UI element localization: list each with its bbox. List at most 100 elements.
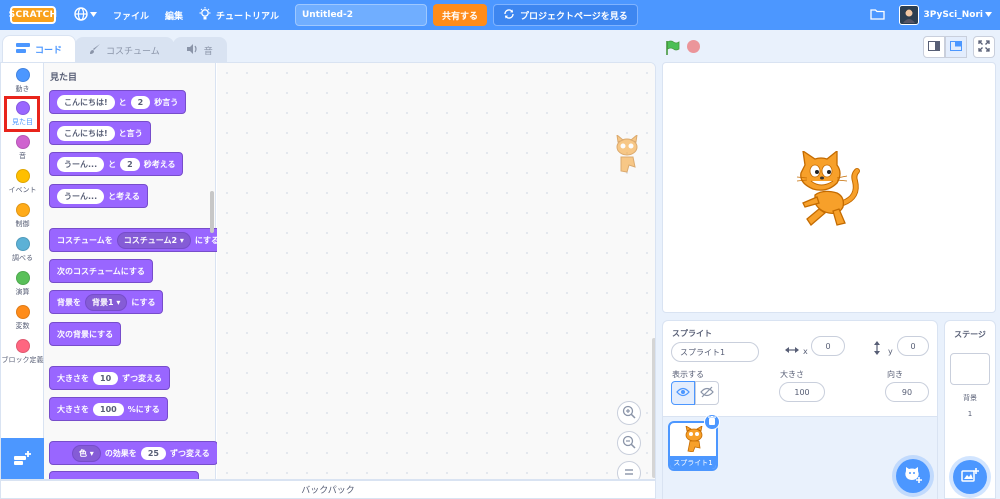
small-stage-button[interactable] xyxy=(923,36,945,58)
language-menu[interactable] xyxy=(66,0,105,30)
delete-sprite-button[interactable] xyxy=(704,414,720,430)
block-text: と考える xyxy=(108,191,140,201)
folder-icon xyxy=(870,8,886,23)
block-say[interactable]: こんにちは! と言う xyxy=(49,121,151,145)
stop-icon[interactable] xyxy=(687,40,700,53)
category-label: イベント xyxy=(8,186,37,194)
block-input[interactable]: うーん... xyxy=(57,156,105,172)
large-stage-button[interactable] xyxy=(945,36,967,58)
tab-code-label: コード xyxy=(35,46,63,56)
tab-costumes[interactable]: コスチューム xyxy=(75,37,174,63)
block-text: と xyxy=(118,97,127,107)
stage-selector[interactable]: ステージ 背景 1 xyxy=(944,320,996,499)
stage-thumbnail[interactable] xyxy=(950,353,990,385)
block-input[interactable]: 10 xyxy=(93,371,119,385)
direction-input[interactable]: 90 xyxy=(885,382,929,402)
block-set-size[interactable]: 大きさを 100 %にする xyxy=(49,397,168,421)
category-variables[interactable]: 変数 xyxy=(1,305,44,331)
y-input[interactable]: 0 xyxy=(897,336,929,356)
speaker-icon xyxy=(186,44,199,57)
cat-thumbnail-icon xyxy=(682,425,706,455)
block-input[interactable]: 2 xyxy=(120,157,140,171)
x-input[interactable]: 0 xyxy=(811,336,845,356)
block-text: 次の背景にする xyxy=(57,329,114,339)
category-sound[interactable]: 音 xyxy=(1,135,44,161)
category-control[interactable]: 制御 xyxy=(1,203,44,229)
code-area: 動き 見た目 音 イベント 制御 調べる 演算 変数 ブロック定義 見た目 こん… xyxy=(0,62,656,480)
fullscreen-button[interactable] xyxy=(973,36,995,58)
hide-button[interactable] xyxy=(695,381,719,405)
category-events[interactable]: イベント xyxy=(1,169,44,195)
see-project-page-button[interactable]: プロジェクトページを見る xyxy=(492,4,638,26)
account-chevron-down-icon[interactable] xyxy=(985,10,992,20)
block-input[interactable]: 2 xyxy=(130,95,151,109)
category-operators[interactable]: 演算 xyxy=(1,271,44,297)
block-text: にする xyxy=(194,235,219,245)
costume-dropdown[interactable]: コスチューム2 ▾ xyxy=(116,231,191,249)
block-switch-backdrop[interactable]: 背景を 背景1 ▾ にする xyxy=(49,290,164,314)
my-stuff-button[interactable] xyxy=(862,0,899,30)
chevron-down-icon xyxy=(90,10,97,20)
category-dot-icon xyxy=(15,169,30,183)
category-label: 変数 xyxy=(15,322,30,330)
avatar[interactable] xyxy=(899,5,920,25)
tab-sounds[interactable]: 音 xyxy=(172,37,227,63)
project-title-input[interactable]: Untitled-2 xyxy=(294,4,427,26)
choose-backdrop-button[interactable] xyxy=(953,460,987,494)
add-extension-button[interactable] xyxy=(1,438,44,479)
tutorials-button[interactable]: チュートリアル xyxy=(191,0,287,30)
block-input[interactable]: こんにちは! xyxy=(57,125,115,141)
block-input[interactable]: 100 xyxy=(93,402,124,416)
size-input[interactable]: 100 xyxy=(779,382,825,402)
palette-scrollbar[interactable] xyxy=(210,191,214,233)
scratch-logo[interactable]: SCRATCH xyxy=(9,6,57,24)
zoom-reset-button[interactable] xyxy=(617,461,641,479)
tab-code[interactable]: コード xyxy=(2,35,77,63)
block-think-for-secs[interactable]: うーん... と 2 秒考える xyxy=(49,152,184,176)
category-dot-icon xyxy=(15,68,30,82)
block-change-effect[interactable]: 色 ▾ の効果を 25 ずつ変える xyxy=(49,441,218,465)
cat-sprite-icon[interactable] xyxy=(793,149,867,232)
large-stage-icon xyxy=(950,40,962,54)
sprite-name-input[interactable]: スプライト1 xyxy=(671,342,759,362)
block-input[interactable]: うーん... xyxy=(57,188,105,204)
choose-sprite-button[interactable] xyxy=(896,459,930,493)
block-next-costume[interactable]: 次のコスチュームにする xyxy=(49,259,153,283)
block-input[interactable]: 25 xyxy=(140,446,166,460)
category-motion[interactable]: 動き xyxy=(1,68,44,94)
block-input[interactable]: こんにちは! xyxy=(57,94,115,110)
zoom-in-button[interactable] xyxy=(617,401,641,425)
block-next-backdrop[interactable]: 次の背景にする xyxy=(49,322,122,346)
backdrops-count: 1 xyxy=(967,410,973,418)
block-think[interactable]: うーん... と考える xyxy=(49,184,148,208)
block-change-size[interactable]: 大きさを 10 ずつ変える xyxy=(49,366,170,390)
stage-selector-title: ステージ xyxy=(954,330,986,339)
palette-section-title: 見た目 xyxy=(50,73,78,83)
block-text: コスチュームを xyxy=(57,235,113,245)
backpack[interactable]: バックパック xyxy=(0,480,656,499)
sprite-info-pane: スプライト スプライト1 x 0 y 0 表示する 大きさ 100 向き 90 xyxy=(662,320,938,499)
script-workspace[interactable] xyxy=(217,63,655,479)
username-label[interactable]: 3PySci_Nori xyxy=(923,10,983,20)
block-switch-costume[interactable]: コスチュームを コスチューム2 ▾ にする xyxy=(49,228,227,252)
category-my-blocks[interactable]: ブロック定義 xyxy=(1,339,44,365)
backdrop-dropdown[interactable]: 背景1 ▾ xyxy=(85,293,128,311)
stage-canvas[interactable] xyxy=(662,62,996,313)
see-project-page-label: プロジェクトページを見る xyxy=(519,11,628,22)
edit-menu[interactable]: 編集 xyxy=(157,0,191,30)
backdrop-add-icon xyxy=(961,467,979,487)
file-menu[interactable]: ファイル xyxy=(105,0,157,30)
category-sensing[interactable]: 調べる xyxy=(1,237,44,263)
show-button[interactable] xyxy=(671,381,695,405)
zoom-out-button[interactable] xyxy=(617,431,641,455)
block-partial[interactable] xyxy=(49,471,199,479)
y-label: y xyxy=(888,347,893,356)
green-flag-icon[interactable] xyxy=(665,40,681,59)
share-button[interactable]: 共有する xyxy=(432,4,487,26)
block-say-for-secs[interactable]: こんにちは! と 2 秒言う xyxy=(49,90,187,114)
workspace-scrollbar[interactable] xyxy=(652,338,655,478)
block-text: ずつ変える xyxy=(122,373,162,383)
block-text: ずつ変える xyxy=(169,448,210,458)
sprite-name-label: スプライト xyxy=(672,329,712,338)
effect-dropdown[interactable]: 色 ▾ xyxy=(72,444,101,462)
